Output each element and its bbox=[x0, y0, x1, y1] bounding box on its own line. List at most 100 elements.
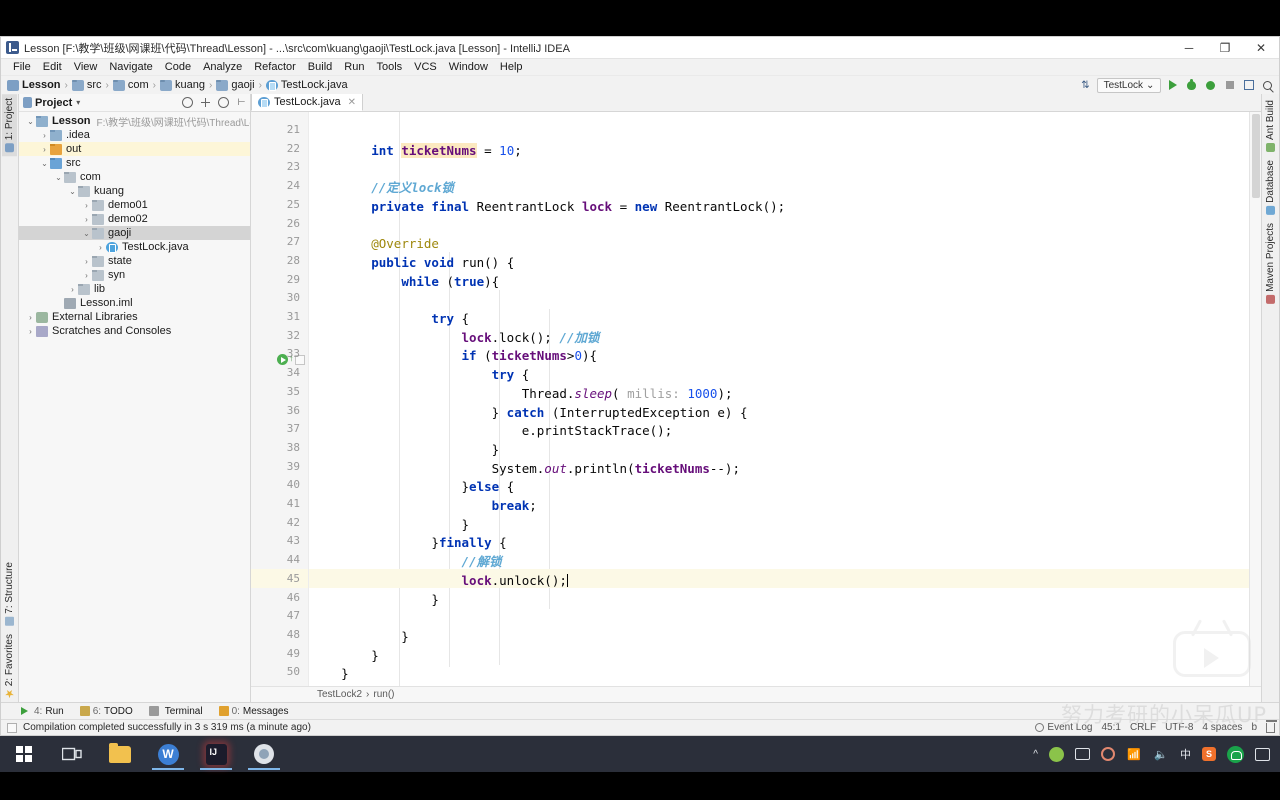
code-line[interactable]: }finally { bbox=[311, 534, 506, 553]
stop-button[interactable] bbox=[1222, 78, 1237, 93]
network-icon[interactable]: 📶 bbox=[1126, 746, 1142, 762]
tree-item-lib[interactable]: › lib bbox=[19, 282, 250, 296]
code-line[interactable]: }else { bbox=[311, 478, 515, 497]
menu-item-vcs[interactable]: VCS bbox=[408, 60, 443, 74]
editor-error-stripe[interactable] bbox=[1249, 112, 1261, 686]
wechat-icon[interactable] bbox=[1227, 745, 1244, 763]
menu-item-edit[interactable]: Edit bbox=[37, 60, 68, 74]
tool-window-tab-structure[interactable]: 7: Structure bbox=[2, 558, 17, 630]
tree-item-syn[interactable]: › syn bbox=[19, 268, 250, 282]
menu-item-tools[interactable]: Tools bbox=[370, 60, 408, 74]
tool-window-button-terminal[interactable]: Terminal bbox=[148, 706, 203, 717]
tree-item-lesson[interactable]: ⌄ Lesson F:\教学\班级\网课班\代码\Thread\Lesson bbox=[19, 114, 250, 129]
show-hidden-icons-caret[interactable]: ^ bbox=[1033, 749, 1038, 760]
editor-area[interactable]: ↑ 21 22 23 24 25 26 27 28 29 30 31 32 33 34 35 36 37 38 39… bbox=[251, 112, 1261, 686]
start-button[interactable] bbox=[0, 736, 48, 772]
code-line[interactable]: } bbox=[311, 628, 409, 647]
code-line[interactable]: while (true){ bbox=[311, 273, 499, 292]
tree-item--idea[interactable]: › .idea bbox=[19, 128, 250, 142]
run-coverage-button[interactable] bbox=[1203, 78, 1218, 93]
chevron-right-icon[interactable]: › bbox=[25, 313, 36, 322]
tree-item-com[interactable]: ⌄ com bbox=[19, 170, 250, 184]
chevron-down-icon[interactable]: ⌄ bbox=[81, 229, 92, 238]
collapse-all-icon[interactable] bbox=[182, 97, 193, 108]
event-log-button[interactable]: Event Log bbox=[1035, 722, 1092, 733]
code-line[interactable]: } bbox=[311, 591, 439, 610]
editor-gutter[interactable]: ↑ 21 22 23 24 25 26 27 28 29 30 31 32 33 34 35 36 37 38 39… bbox=[251, 112, 309, 686]
tool-window-tab-ant-build[interactable]: Ant Build bbox=[1263, 96, 1278, 156]
tree-item-src[interactable]: ⌄ src bbox=[19, 156, 250, 170]
menu-item-view[interactable]: View bbox=[68, 60, 104, 74]
record-icon[interactable] bbox=[1101, 747, 1115, 761]
code-line[interactable]: break; bbox=[311, 497, 537, 516]
code-line[interactable]: lock.lock(); //加锁 bbox=[311, 329, 600, 348]
expand-icon[interactable] bbox=[200, 97, 211, 108]
chevron-down-icon[interactable]: ▾ bbox=[76, 98, 80, 107]
run-configuration-selector[interactable]: TestLock ⌄ bbox=[1097, 77, 1161, 93]
close-icon[interactable]: ✕ bbox=[348, 97, 356, 108]
tool-window-tab-project[interactable]: 1: Project bbox=[2, 94, 17, 157]
line-separator[interactable]: CRLF bbox=[1130, 722, 1156, 733]
tool-window-tab-maven-projects[interactable]: Maven Projects bbox=[1263, 219, 1278, 308]
code-line[interactable]: int ticketNums = 10; bbox=[311, 142, 522, 161]
code-line[interactable]: System.out.println(ticketNums--); bbox=[311, 460, 740, 479]
tree-item-out[interactable]: › out bbox=[19, 142, 250, 156]
menu-item-help[interactable]: Help bbox=[494, 60, 529, 74]
search-everywhere-button[interactable] bbox=[1260, 78, 1275, 93]
settings-icon[interactable] bbox=[218, 97, 229, 108]
chevron-right-icon[interactable]: › bbox=[67, 285, 78, 294]
code-line[interactable]: public void run() { bbox=[311, 254, 514, 273]
menu-item-file[interactable]: File bbox=[7, 60, 37, 74]
caret-position[interactable]: 45:1 bbox=[1101, 722, 1120, 733]
tree-item-kuang[interactable]: ⌄ kuang bbox=[19, 184, 250, 198]
tree-item-gaoji[interactable]: ⌄ gaoji bbox=[19, 226, 250, 240]
shield-icon[interactable] bbox=[1049, 746, 1064, 762]
tool-window-button-messages[interactable]: 0: Messages bbox=[218, 706, 288, 717]
tree-item-demo01[interactable]: › demo01 bbox=[19, 198, 250, 212]
code-line[interactable]: } bbox=[311, 441, 500, 460]
breadcrumb-class[interactable]: TestLock2 bbox=[317, 689, 362, 700]
tree-item-external-libraries[interactable]: › External Libraries bbox=[19, 310, 250, 324]
chevron-right-icon[interactable]: › bbox=[39, 145, 50, 154]
menu-item-refactor[interactable]: Refactor bbox=[248, 60, 302, 74]
code-line[interactable]: } bbox=[311, 647, 379, 666]
chevron-down-icon[interactable]: ⌄ bbox=[39, 159, 50, 168]
chevron-right-icon[interactable]: › bbox=[81, 271, 92, 280]
task-view-button[interactable] bbox=[48, 736, 96, 772]
trash-icon[interactable] bbox=[1266, 719, 1277, 733]
code-line[interactable]: private final ReentrantLock lock = new R… bbox=[311, 198, 785, 217]
tree-item-lesson-iml[interactable]: › Lesson.iml bbox=[19, 296, 250, 310]
minimize-button[interactable]: ─ bbox=[1171, 37, 1207, 59]
volume-icon[interactable]: 🔈 bbox=[1153, 746, 1169, 762]
file-encoding[interactable]: UTF-8 bbox=[1165, 722, 1193, 733]
menu-item-navigate[interactable]: Navigate bbox=[103, 60, 158, 74]
chevron-right-icon[interactable]: › bbox=[95, 243, 106, 252]
monitor-icon[interactable] bbox=[1075, 748, 1090, 760]
code-line[interactable]: try { bbox=[311, 310, 469, 329]
wps-button[interactable]: W bbox=[144, 736, 192, 772]
chevron-right-icon[interactable]: › bbox=[25, 327, 36, 336]
menu-item-analyze[interactable]: Analyze bbox=[197, 60, 248, 74]
sort-icon[interactable]: ⇅ bbox=[1078, 78, 1093, 93]
breadcrumb-item-com[interactable]: com bbox=[112, 79, 149, 91]
debug-button[interactable] bbox=[1184, 78, 1199, 93]
code-line[interactable]: } catch (InterruptedException e) { bbox=[311, 404, 748, 423]
code-line[interactable]: if (ticketNums>0){ bbox=[311, 347, 598, 366]
tree-item-state[interactable]: › state bbox=[19, 254, 250, 268]
editor-tab-testlock[interactable]: TestLock.java ✕ bbox=[251, 93, 364, 111]
tree-item-scratches-and-consoles[interactable]: › Scratches and Consoles bbox=[19, 324, 250, 338]
tool-window-button-todo[interactable]: 6: TODO bbox=[79, 706, 133, 717]
breadcrumb-item-gaoji[interactable]: gaoji bbox=[216, 79, 255, 91]
file-explorer-button[interactable] bbox=[96, 736, 144, 772]
code-scroll-area[interactable]: int ticketNums = 10; //定义lock锁 private f… bbox=[309, 112, 1249, 686]
tool-window-tab-favorites[interactable]: 2: Favorites bbox=[2, 630, 17, 702]
chevron-right-icon[interactable]: › bbox=[81, 201, 92, 210]
tool-window-tab-database[interactable]: Database bbox=[1263, 156, 1278, 219]
chevron-down-icon[interactable]: ⌄ bbox=[67, 187, 78, 196]
code-line[interactable]: Thread.sleep( millis: 1000); bbox=[311, 385, 733, 404]
hide-icon[interactable]: ⊢ bbox=[236, 97, 247, 108]
menu-item-run[interactable]: Run bbox=[338, 60, 370, 74]
tool-window-button-run[interactable]: 4: Run bbox=[21, 706, 64, 717]
browser-button[interactable] bbox=[240, 736, 288, 772]
notifications-icon[interactable] bbox=[1255, 747, 1270, 761]
